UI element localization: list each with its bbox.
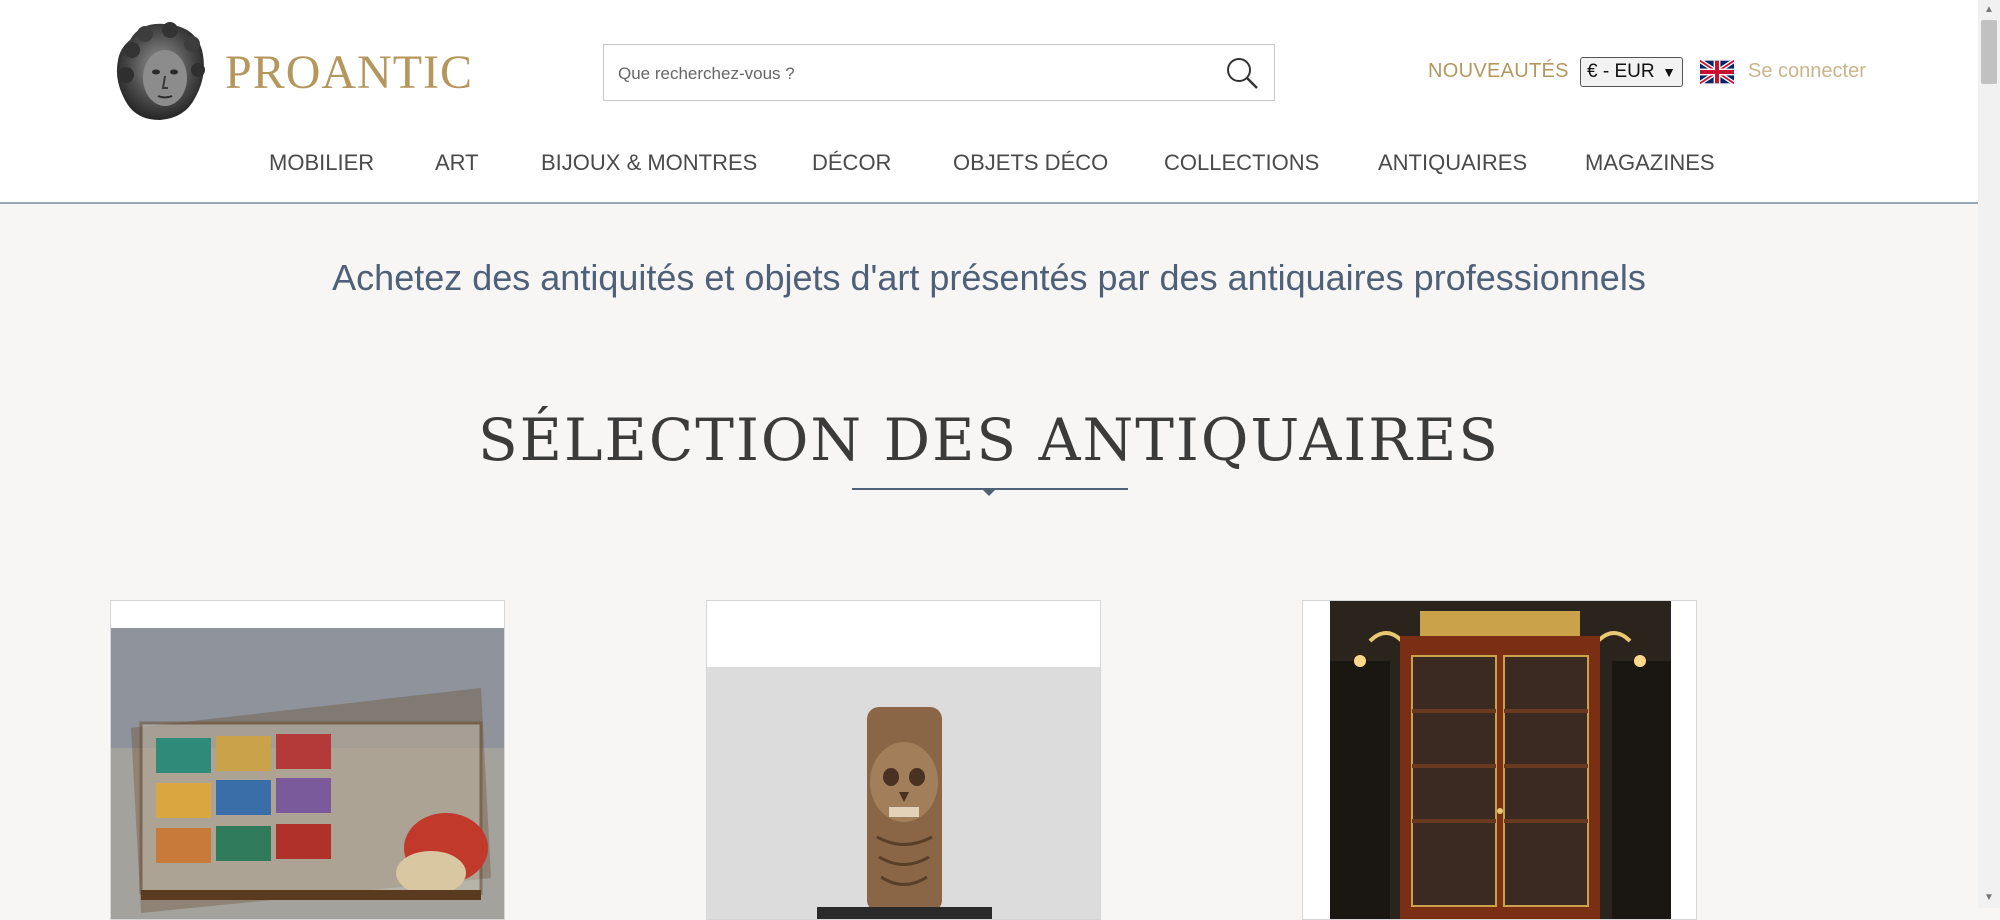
display-trays <box>156 734 331 863</box>
nav-item-antiquaires[interactable]: ANTIQUAIRES <box>1378 148 1527 178</box>
scroll-up-arrow-icon[interactable]: ▲ <box>1978 0 2000 20</box>
nav-item-decor[interactable]: DÉCOR <box>812 148 891 178</box>
logo-statue-head-icon[interactable] <box>110 20 210 124</box>
login-link[interactable]: Se connecter <box>1748 60 1866 83</box>
divider-arrow <box>982 489 996 496</box>
main-nav: MOBILIER ART BIJOUX & MONTRES DÉCOR OBJE… <box>0 148 1978 178</box>
search-input[interactable] <box>616 45 1200 102</box>
product-image-carved-sculpture <box>707 667 1100 919</box>
tagline: Achetez des antiquités et objets d'art p… <box>332 257 1646 298</box>
uk-flag-icon[interactable] <box>1700 60 1734 84</box>
search-icon[interactable] <box>1224 55 1260 91</box>
nav-item-art[interactable]: ART <box>435 148 479 178</box>
page-scrollbar[interactable]: ▲ ▼ <box>1978 0 2000 908</box>
nouveautes-link[interactable]: NOUVEAUTÉS <box>1428 60 1569 83</box>
scrollbar-thumb[interactable] <box>1981 20 1997 84</box>
nav-item-objets-deco[interactable]: OBJETS DÉCO <box>953 148 1108 178</box>
nav-item-mobilier[interactable]: MOBILIER <box>269 148 374 178</box>
site-header: PROANTIC NOUVEAUTÉS € - EUR ▼ Se connect… <box>0 0 1978 204</box>
nav-item-magazines[interactable]: MAGAZINES <box>1585 148 1715 178</box>
currency-select[interactable]: € - EUR ▼ <box>1580 57 1683 87</box>
nav-item-collections[interactable]: COLLECTIONS <box>1164 148 1319 178</box>
nav-item-bijoux-montres[interactable]: BIJOUX & MONTRES <box>541 148 757 178</box>
product-card-carved-sculpture[interactable] <box>706 600 1101 920</box>
logo-text[interactable]: PROANTIC <box>225 43 473 103</box>
currency-selected-value: € - EUR <box>1587 61 1655 82</box>
scroll-down-arrow-icon[interactable]: ▼ <box>1978 888 2000 908</box>
product-image-bookcase <box>1330 601 1671 919</box>
product-card-display-case[interactable] <box>110 600 505 920</box>
chevron-down-icon: ▼ <box>1662 64 1676 80</box>
product-image-display-case <box>111 628 504 919</box>
search-box <box>603 44 1275 102</box>
section-title: SÉLECTION DES ANTIQUAIRES <box>477 406 1501 474</box>
product-card-bookcase[interactable] <box>1302 600 1697 920</box>
